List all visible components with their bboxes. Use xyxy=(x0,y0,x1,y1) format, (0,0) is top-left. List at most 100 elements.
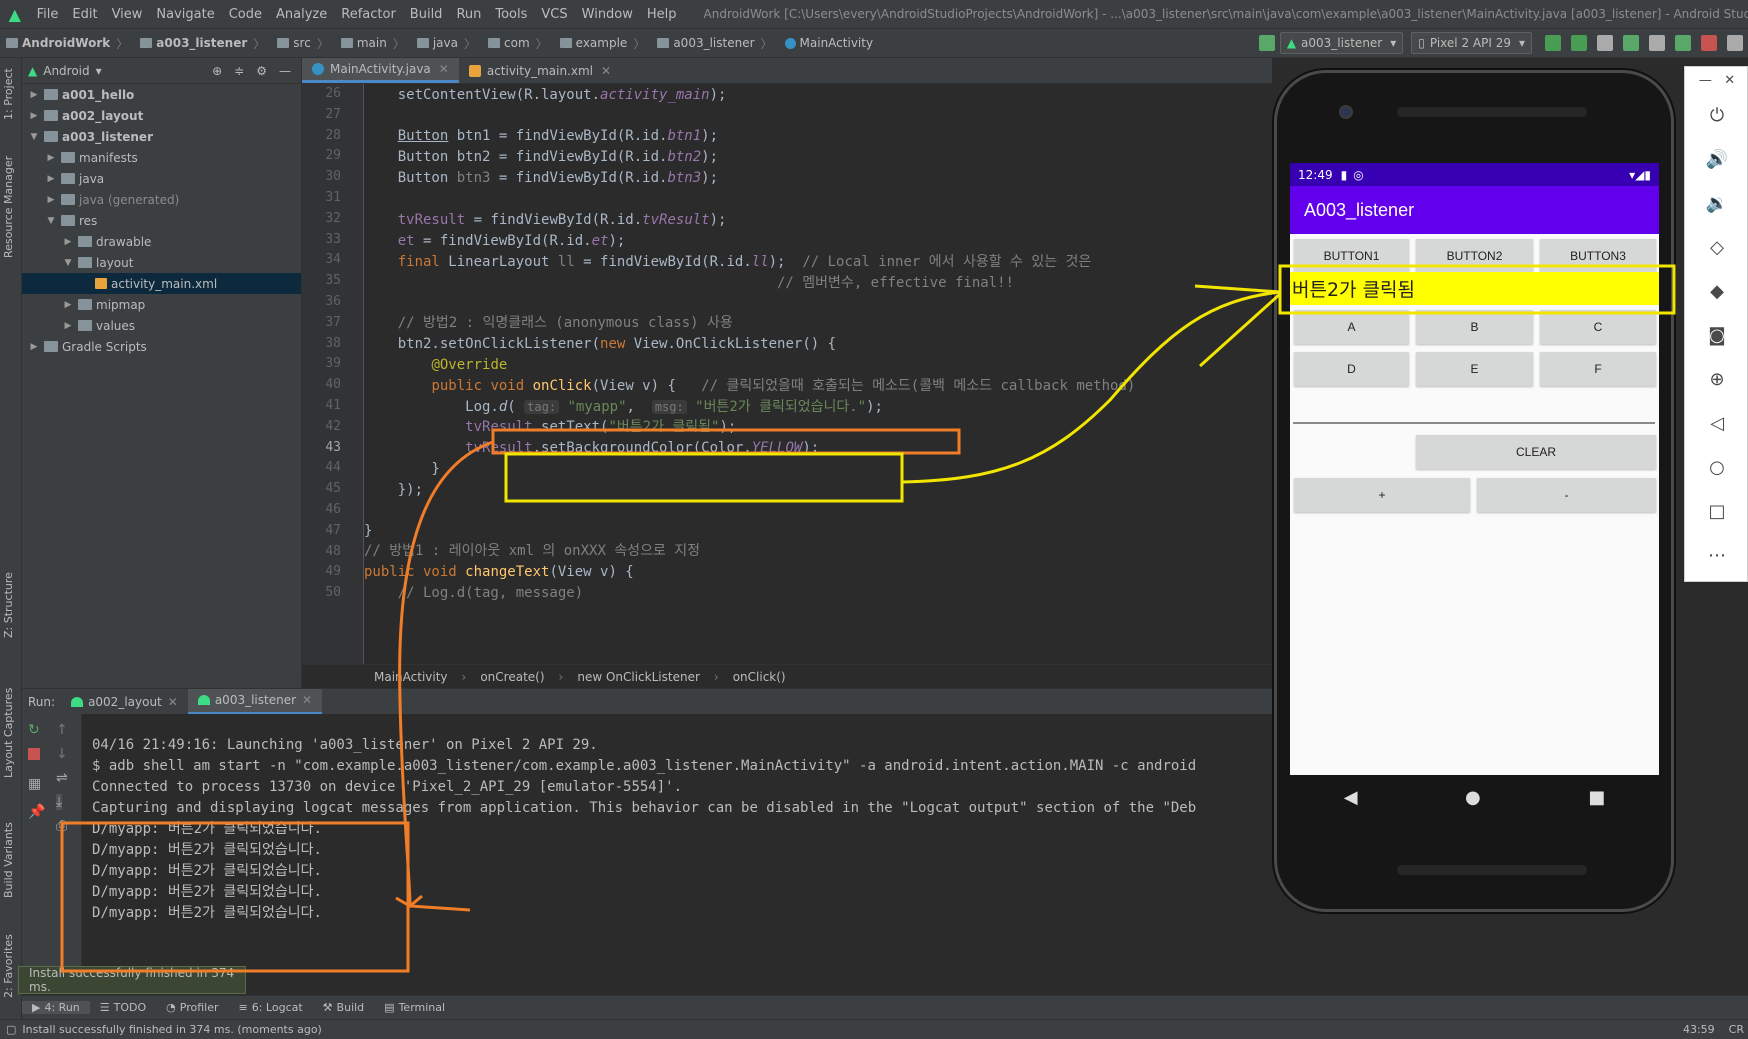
gear-icon[interactable]: ⚙ xyxy=(256,64,267,78)
breadcrumb-com[interactable]: com 〉 xyxy=(482,35,554,52)
chevron-right-icon[interactable]: ▶ xyxy=(45,153,57,163)
print-icon[interactable]: ⎙ xyxy=(56,818,67,834)
recent-apps-icon[interactable]: ■ xyxy=(1588,787,1605,808)
run-tab-a002[interactable]: a002_layout ✕ xyxy=(61,689,188,715)
tab-resource-manager[interactable]: Resource Manager xyxy=(2,156,15,258)
overview-icon[interactable]: □ xyxy=(1685,501,1748,522)
breadcrumb-java[interactable]: java 〉 xyxy=(411,35,482,52)
tab-structure[interactable]: Z: Structure xyxy=(2,572,15,638)
menu-run[interactable]: Run xyxy=(449,7,488,22)
pin-icon[interactable]: 📌 xyxy=(28,804,45,820)
run-tab-a003[interactable]: a003_listener ✕ xyxy=(187,688,323,715)
attach-debugger-icon[interactable] xyxy=(1675,35,1691,51)
chevron-down-icon[interactable]: ▼ xyxy=(45,216,57,226)
tab-run[interactable]: ▶ 4: Run xyxy=(22,1001,90,1014)
caret-position[interactable]: 43:59 xyxy=(1683,1023,1715,1036)
stop-icon[interactable] xyxy=(28,748,40,760)
back-icon[interactable]: ◀ xyxy=(1344,787,1358,808)
menu-file[interactable]: File xyxy=(30,7,66,22)
button-b[interactable]: B xyxy=(1416,310,1533,344)
close-icon[interactable]: ✕ xyxy=(439,62,449,76)
button-f[interactable]: F xyxy=(1540,352,1656,386)
tab-todo[interactable]: ☰ TODO xyxy=(90,1001,156,1014)
profile-icon[interactable] xyxy=(1649,35,1665,51)
rerun-icon[interactable] xyxy=(1545,35,1561,51)
chevron-right-icon[interactable]: ▶ xyxy=(28,111,40,121)
button-c[interactable]: C xyxy=(1540,310,1656,344)
menu-view[interactable]: View xyxy=(105,7,150,22)
tab-layout-captures[interactable]: Layout Captures xyxy=(2,688,15,778)
device-select[interactable]: ▯ Pixel 2 API 29 ▾ xyxy=(1411,32,1532,54)
rerun-icon[interactable]: ↻ xyxy=(28,722,40,738)
chevron-down-icon[interactable]: ▼ xyxy=(28,132,40,142)
menu-vcs[interactable]: VCS xyxy=(534,7,574,22)
tree-item[interactable]: ▼ layout xyxy=(22,252,301,273)
tab-activity-main-xml[interactable]: activity_main.xml ✕ xyxy=(459,58,621,83)
tab-logcat[interactable]: ≡ 6: Logcat xyxy=(229,1001,313,1014)
breadcrumb-src[interactable]: src 〉 xyxy=(271,35,335,52)
build-hammer-icon[interactable] xyxy=(1258,35,1275,51)
tab-project[interactable]: 1: Project xyxy=(2,68,15,120)
code-crumb-anon[interactable]: new OnClickListener xyxy=(577,670,700,684)
zoom-icon[interactable]: ⊕ xyxy=(1685,369,1748,390)
tree-item[interactable]: ▶ java (generated) xyxy=(22,189,301,210)
breadcrumb-module[interactable]: a003_listener 〉 xyxy=(134,35,271,52)
project-view-select[interactable]: Android xyxy=(43,64,89,78)
rotate-right-icon[interactable]: ◆ xyxy=(1685,281,1748,302)
coverage-icon[interactable] xyxy=(1597,35,1613,51)
tab-terminal[interactable]: ▤ Terminal xyxy=(374,1001,455,1014)
tab-mainactivity[interactable]: MainActivity.java ✕ xyxy=(302,58,459,83)
down-icon[interactable]: ↓ xyxy=(56,746,68,762)
power-icon[interactable]: ⏻ xyxy=(1685,105,1748,126)
more-icon[interactable]: ⋯ xyxy=(1685,545,1748,566)
code-crumb-method[interactable]: onCreate() xyxy=(480,670,544,684)
tab-profiler[interactable]: ◔ Profiler xyxy=(156,1001,228,1014)
tab-favorites[interactable]: 2: Favorites xyxy=(2,934,15,998)
breadcrumb-package[interactable]: a003_listener 〉 xyxy=(651,35,778,52)
chevron-down-icon[interactable]: ▼ xyxy=(62,258,74,268)
clear-button[interactable]: CLEAR xyxy=(1416,435,1656,469)
up-icon[interactable]: ↑ xyxy=(56,722,68,738)
edit-text-field[interactable] xyxy=(1293,422,1655,424)
run-config-select[interactable]: ▲ a003_listener ▾ xyxy=(1279,32,1404,54)
breadcrumb-project[interactable]: AndroidWork 〉 xyxy=(0,35,134,52)
tree-item[interactable]: ▶ a001_hello xyxy=(22,84,301,105)
tree-item[interactable]: ▶ a002_layout xyxy=(22,105,301,126)
menu-analyze[interactable]: Analyze xyxy=(269,7,334,22)
button-d[interactable]: D xyxy=(1294,352,1409,386)
button-a[interactable]: A xyxy=(1294,310,1409,344)
button2[interactable]: BUTTON2 xyxy=(1416,239,1533,273)
tree-item[interactable]: ▶ drawable xyxy=(22,231,301,252)
volume-up-icon[interactable]: 🔊 xyxy=(1685,149,1748,170)
chevron-right-icon[interactable]: ▶ xyxy=(62,321,74,331)
collapse-icon[interactable]: ≑ xyxy=(234,64,244,78)
menu-code[interactable]: Code xyxy=(222,7,269,22)
run-console[interactable]: 04/16 21:49:16: Launching 'a003_listener… xyxy=(82,714,1274,994)
sdk-manager-icon[interactable] xyxy=(1727,35,1743,51)
breadcrumb-example[interactable]: example 〉 xyxy=(554,35,652,52)
apply-changes-icon[interactable] xyxy=(1571,35,1587,51)
minus-button[interactable]: - xyxy=(1477,478,1656,512)
home-icon[interactable]: ● xyxy=(1465,787,1481,808)
menu-window[interactable]: Window xyxy=(575,7,640,22)
camera-icon[interactable]: ◙ xyxy=(1685,325,1748,346)
tree-item[interactable]: ▼ res xyxy=(22,210,301,231)
menu-edit[interactable]: Edit xyxy=(65,7,104,22)
locate-icon[interactable]: ⊕ xyxy=(212,64,222,78)
debug-icon[interactable] xyxy=(1623,35,1639,51)
tree-item[interactable]: ▶ mipmap xyxy=(22,294,301,315)
stop-icon[interactable] xyxy=(1701,35,1717,51)
code-editor[interactable]: setContentView(R.layout.activity_main); … xyxy=(364,84,1272,664)
status-square-icon[interactable]: ▢ xyxy=(6,1023,16,1036)
close-icon[interactable]: ✕ xyxy=(168,695,178,709)
close-icon[interactable]: ✕ xyxy=(601,64,611,78)
volume-down-icon[interactable]: 🔉 xyxy=(1685,193,1748,214)
button1[interactable]: BUTTON1 xyxy=(1294,239,1409,273)
menu-help[interactable]: Help xyxy=(640,7,684,22)
tree-item[interactable]: ▶ Gradle Scripts xyxy=(22,336,301,357)
chevron-right-icon[interactable]: ▶ xyxy=(28,342,40,352)
tree-item[interactable]: activity_main.xml xyxy=(22,273,301,294)
plus-button[interactable]: + xyxy=(1294,478,1470,512)
layout-icon[interactable]: ▦ xyxy=(28,776,41,792)
menu-tools[interactable]: Tools xyxy=(488,7,534,22)
